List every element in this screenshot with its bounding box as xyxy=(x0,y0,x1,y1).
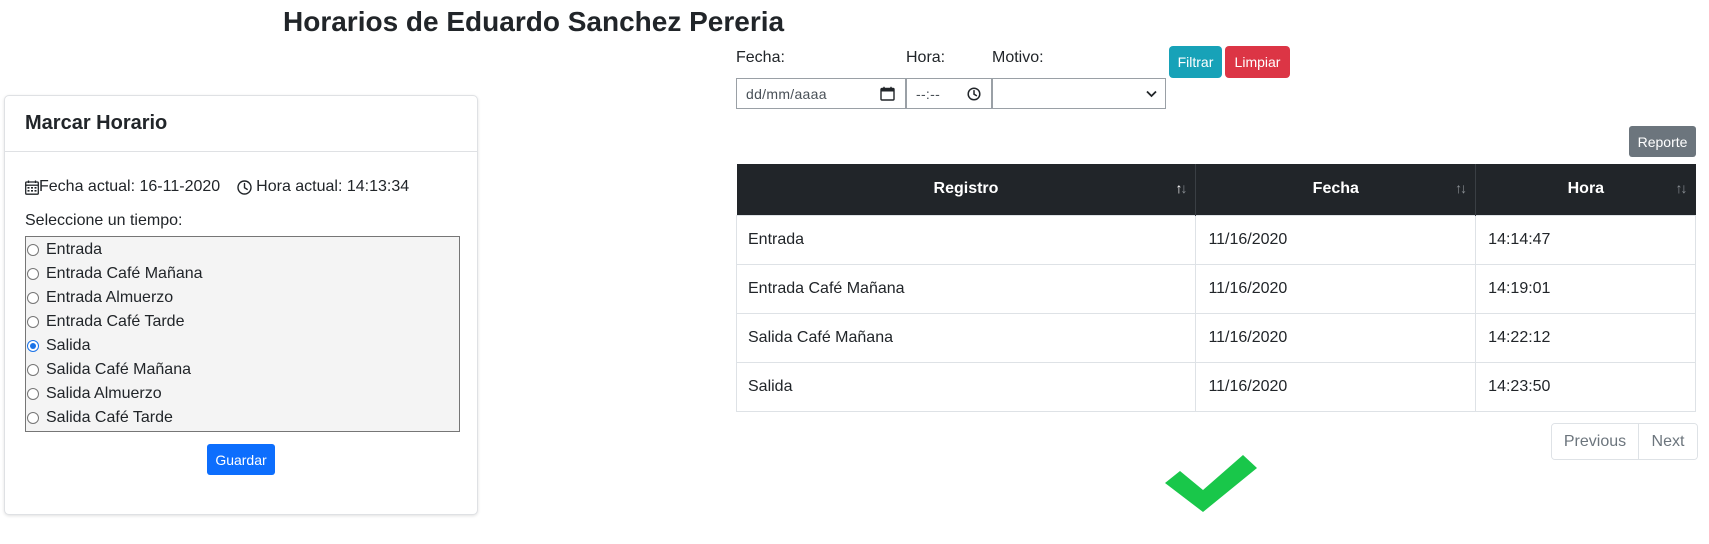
radio-button[interactable] xyxy=(27,292,39,304)
time-option-label: Entrada Almuerzo xyxy=(46,289,174,306)
cell-hora: 14:14:47 xyxy=(1475,214,1696,265)
radio-button[interactable] xyxy=(27,388,39,400)
previous-page-button[interactable]: Previous xyxy=(1552,424,1639,459)
time-filter-input[interactable]: --:-- xyxy=(906,78,992,109)
time-option-label: Entrada Café Mañana xyxy=(46,265,203,282)
cell-registro: Salida Café Mañana xyxy=(735,312,1197,363)
cell-registro: Salida xyxy=(735,361,1197,412)
table-row: Entrada 11/16/2020 14:14:47 xyxy=(735,214,1696,265)
sort-icon[interactable]: ↑↓ xyxy=(1455,180,1467,196)
current-datetime: Fecha actual: 16-11-2020 Hora actual: 14… xyxy=(25,178,409,196)
clear-button[interactable]: Limpiar xyxy=(1225,46,1290,78)
checkmark-icon xyxy=(1165,452,1257,517)
time-option-entrada-almuerzo[interactable]: Entrada Almuerzo xyxy=(26,286,459,310)
cell-registro: Entrada xyxy=(735,214,1197,265)
cell-hora: 14:19:01 xyxy=(1475,263,1696,314)
clock-icon[interactable] xyxy=(967,86,981,101)
current-date: Fecha actual: 16-11-2020 xyxy=(39,178,221,195)
next-page-button[interactable]: Next xyxy=(1639,424,1697,459)
column-header-hora[interactable]: Hora ↑↓ xyxy=(1475,164,1696,215)
radio-button[interactable] xyxy=(27,268,39,280)
time-option-salida-cafe-tarde[interactable]: Salida Café Tarde xyxy=(26,406,459,430)
cell-fecha: 11/16/2020 xyxy=(1195,361,1477,412)
time-option-entrada-cafe-manana[interactable]: Entrada Café Mañana xyxy=(26,262,459,286)
table-row: Entrada Café Mañana 11/16/2020 14:19:01 xyxy=(735,263,1696,314)
sort-icon[interactable]: ↑↓ xyxy=(1175,180,1187,196)
chevron-down-icon[interactable] xyxy=(1146,90,1157,98)
cell-hora: 14:23:50 xyxy=(1475,361,1696,412)
cell-hora: 14:22:12 xyxy=(1475,312,1696,363)
records-table: Registro ↑↓ Fecha ↑↓ Hora ↑↓ Entrada 11/… xyxy=(735,164,1696,412)
calendar-icon[interactable] xyxy=(880,86,895,101)
table-header-row: Registro ↑↓ Fecha ↑↓ Hora ↑↓ xyxy=(736,164,1696,215)
column-header-fecha[interactable]: Fecha ↑↓ xyxy=(1195,164,1476,215)
column-header-registro[interactable]: Registro ↑↓ xyxy=(736,164,1196,215)
time-filter-label: Hora: xyxy=(906,49,946,66)
card-title: Marcar Horario xyxy=(5,96,477,152)
report-button[interactable]: Reporte xyxy=(1629,126,1696,157)
save-button[interactable]: Guardar xyxy=(207,444,275,475)
time-option-salida-cafe-manana[interactable]: Salida Café Mañana xyxy=(26,358,459,382)
radio-button[interactable] xyxy=(27,244,39,256)
time-option-label: Salida xyxy=(46,337,91,354)
cell-fecha: 11/16/2020 xyxy=(1195,214,1477,265)
radio-button[interactable] xyxy=(27,412,39,424)
time-option-label: Salida Almuerzo xyxy=(46,385,162,402)
reason-filter-label: Motivo: xyxy=(992,49,1044,66)
pagination: Previous Next xyxy=(1551,423,1698,460)
time-option-label: Salida Café Mañana xyxy=(46,361,191,378)
time-option-entrada[interactable]: Entrada xyxy=(26,238,459,262)
table-row: Salida Café Mañana 11/16/2020 14:22:12 xyxy=(735,312,1696,363)
cell-registro: Entrada Café Mañana xyxy=(735,263,1197,314)
cell-fecha: 11/16/2020 xyxy=(1195,263,1477,314)
date-placeholder: dd/mm/aaaa xyxy=(746,85,827,102)
clock-icon xyxy=(237,179,252,195)
filter-button[interactable]: Filtrar xyxy=(1169,46,1222,78)
sort-icon[interactable]: ↑↓ xyxy=(1676,180,1688,196)
radio-button[interactable] xyxy=(27,316,39,328)
time-option-label: Entrada Café Tarde xyxy=(46,313,185,330)
cell-fecha: 11/16/2020 xyxy=(1195,312,1477,363)
reason-filter-select[interactable] xyxy=(992,78,1166,109)
table-row: Salida 11/16/2020 14:23:50 xyxy=(735,361,1696,412)
radio-button-checked[interactable] xyxy=(27,340,39,352)
radio-button[interactable] xyxy=(27,364,39,376)
mark-schedule-card: Marcar Horario Fecha actual: 16-11-2020 xyxy=(4,95,478,515)
time-option-label: Entrada xyxy=(46,241,103,258)
time-option-salida[interactable]: Salida xyxy=(26,334,459,358)
current-time: Hora actual: 14:13:34 xyxy=(256,178,410,195)
time-option-label: Salida Café Tarde xyxy=(46,409,173,426)
time-option-entrada-cafe-tarde[interactable]: Entrada Café Tarde xyxy=(26,310,459,334)
time-prompt: Seleccione un tiempo: xyxy=(25,212,183,229)
time-option-salida-almuerzo[interactable]: Salida Almuerzo xyxy=(26,382,459,406)
date-filter-label: Fecha: xyxy=(736,49,785,66)
date-filter-input[interactable]: dd/mm/aaaa xyxy=(736,78,906,109)
time-placeholder: --:-- xyxy=(916,85,941,102)
time-option-list: Entrada Entrada Café Mañana Entrada Almu… xyxy=(25,236,460,432)
calendar-icon xyxy=(25,180,39,195)
page-title: Horarios de Eduardo Sanchez Pereria xyxy=(283,6,785,37)
